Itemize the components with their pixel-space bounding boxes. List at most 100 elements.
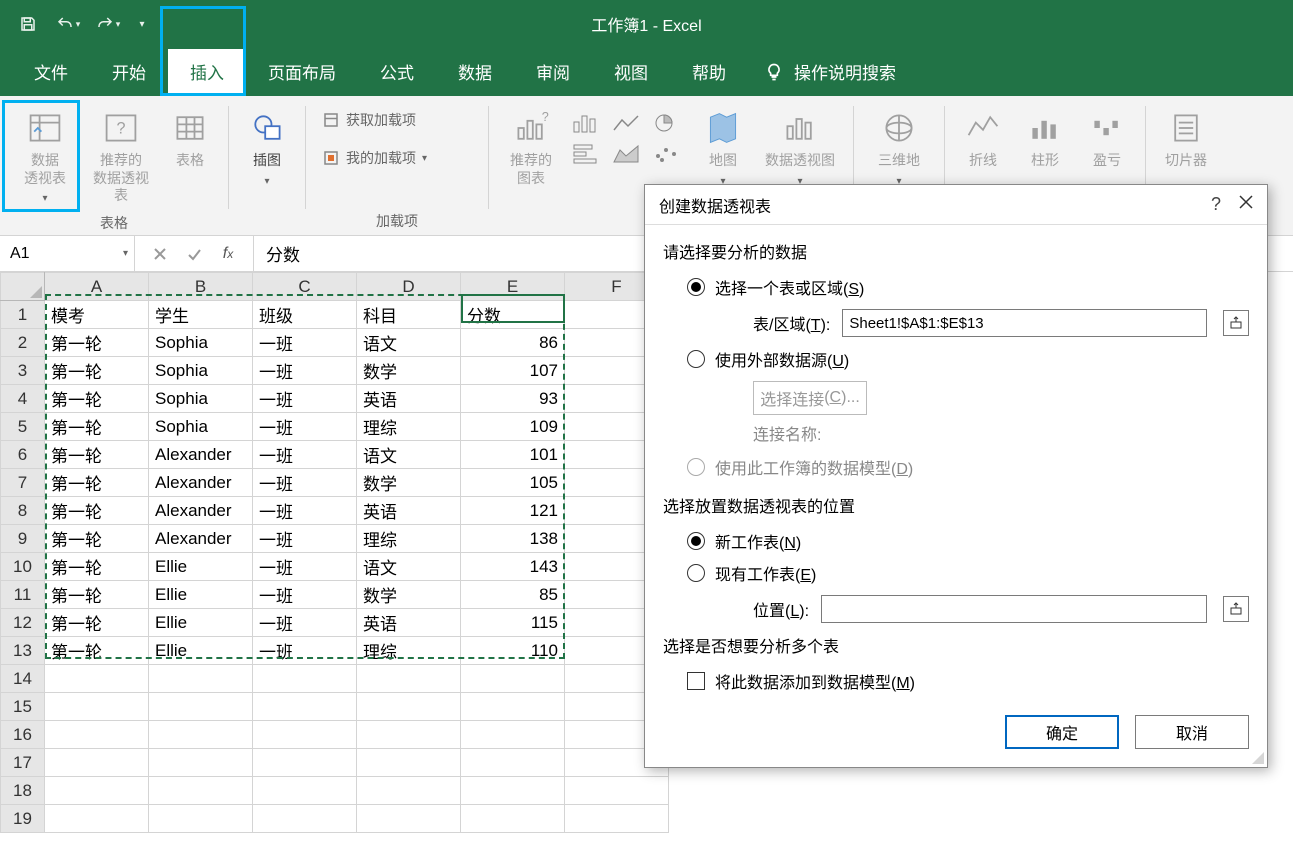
cell[interactable]: 第一轮 — [45, 441, 149, 469]
cell[interactable] — [461, 805, 565, 833]
cell[interactable] — [45, 665, 149, 693]
row-header[interactable]: 19 — [1, 805, 45, 833]
cell[interactable] — [461, 777, 565, 805]
cell[interactable]: 一班 — [253, 497, 357, 525]
cell[interactable] — [461, 693, 565, 721]
range-picker-button[interactable] — [1223, 310, 1249, 336]
tab-formula[interactable]: 公式 — [358, 49, 436, 96]
cell[interactable]: 一班 — [253, 469, 357, 497]
cell[interactable]: 121 — [461, 497, 565, 525]
cell[interactable]: 第一轮 — [45, 329, 149, 357]
row-header[interactable]: 7 — [1, 469, 45, 497]
cell[interactable]: 模考 — [45, 301, 149, 329]
cell[interactable]: 115 — [461, 609, 565, 637]
sparkline-line-button[interactable]: 折线 — [955, 104, 1011, 174]
column-header[interactable]: D — [357, 273, 461, 301]
row-header[interactable]: 15 — [1, 693, 45, 721]
cell[interactable]: 一班 — [253, 385, 357, 413]
cell[interactable]: 一班 — [253, 413, 357, 441]
cell[interactable] — [357, 665, 461, 693]
cell[interactable] — [149, 665, 253, 693]
row-header[interactable]: 13 — [1, 637, 45, 665]
tab-layout[interactable]: 页面布局 — [246, 49, 358, 96]
cell[interactable] — [45, 805, 149, 833]
save-icon[interactable] — [10, 6, 46, 42]
cell[interactable]: Alexander — [149, 441, 253, 469]
cell[interactable]: 143 — [461, 553, 565, 581]
row-header[interactable]: 4 — [1, 385, 45, 413]
cell[interactable]: Ellie — [149, 609, 253, 637]
row-header[interactable]: 17 — [1, 749, 45, 777]
cell[interactable]: Alexander — [149, 525, 253, 553]
cell[interactable]: 一班 — [253, 553, 357, 581]
tab-view[interactable]: 视图 — [592, 49, 670, 96]
cell[interactable]: 第一轮 — [45, 497, 149, 525]
dialog-titlebar[interactable]: 创建数据透视表 ? — [645, 185, 1267, 225]
location-input[interactable] — [821, 595, 1207, 623]
tab-data[interactable]: 数据 — [436, 49, 514, 96]
cell[interactable]: 理综 — [357, 525, 461, 553]
tab-home[interactable]: 开始 — [90, 49, 168, 96]
column-header[interactable]: A — [45, 273, 149, 301]
cell[interactable] — [461, 721, 565, 749]
row-header[interactable]: 6 — [1, 441, 45, 469]
cell[interactable]: 101 — [461, 441, 565, 469]
undo-icon[interactable]: ▾ — [50, 6, 86, 42]
cell[interactable]: 一班 — [253, 609, 357, 637]
table-button[interactable]: 表格 — [162, 104, 218, 174]
cell[interactable]: 105 — [461, 469, 565, 497]
my-addins-button[interactable]: 我的加载项 ▾ — [316, 146, 433, 170]
resize-grip[interactable] — [1250, 750, 1264, 764]
cell[interactable] — [149, 693, 253, 721]
cell[interactable]: Ellie — [149, 581, 253, 609]
cell[interactable]: Sophia — [149, 385, 253, 413]
cancel-edit-icon[interactable] — [143, 236, 177, 272]
cell[interactable]: 数学 — [357, 581, 461, 609]
cell[interactable] — [45, 777, 149, 805]
cell[interactable]: 110 — [461, 637, 565, 665]
cell[interactable]: 英语 — [357, 385, 461, 413]
row-header[interactable]: 10 — [1, 553, 45, 581]
cell[interactable]: 学生 — [149, 301, 253, 329]
radio-external-source[interactable]: 使用外部数据源(U) — [663, 343, 1249, 375]
help-icon[interactable]: ? — [1211, 194, 1221, 215]
column-header[interactable]: E — [461, 273, 565, 301]
row-header[interactable]: 8 — [1, 497, 45, 525]
tab-help[interactable]: 帮助 — [670, 49, 748, 96]
cell[interactable] — [253, 665, 357, 693]
cell[interactable] — [565, 805, 669, 833]
cell[interactable]: 理综 — [357, 413, 461, 441]
cell[interactable]: Alexander — [149, 497, 253, 525]
cell[interactable]: 第一轮 — [45, 525, 149, 553]
row-header[interactable]: 14 — [1, 665, 45, 693]
cell[interactable]: 第一轮 — [45, 357, 149, 385]
cell[interactable]: Sophia — [149, 329, 253, 357]
row-header[interactable]: 11 — [1, 581, 45, 609]
sparkline-column-button[interactable]: 柱形 — [1017, 104, 1073, 174]
select-all-corner[interactable] — [1, 273, 45, 301]
cell[interactable] — [461, 665, 565, 693]
confirm-edit-icon[interactable] — [177, 236, 211, 272]
row-header[interactable]: 18 — [1, 777, 45, 805]
cell[interactable] — [357, 805, 461, 833]
qat-customize-icon[interactable]: ▾ — [130, 6, 154, 42]
cell[interactable]: 语文 — [357, 441, 461, 469]
row-header[interactable]: 1 — [1, 301, 45, 329]
get-addins-button[interactable]: 获取加载项 — [316, 108, 422, 132]
cell[interactable] — [149, 805, 253, 833]
cell[interactable] — [253, 805, 357, 833]
cell[interactable] — [149, 749, 253, 777]
chevron-down-icon[interactable]: ▾ — [123, 248, 128, 259]
cell[interactable]: Ellie — [149, 553, 253, 581]
cell[interactable] — [357, 749, 461, 777]
pivot-chart-button[interactable]: 数据透视图 ▾ — [757, 104, 843, 191]
recommended-pivot-button[interactable]: ? 推荐的 数据透视表 — [86, 104, 156, 209]
cell[interactable]: 科目 — [357, 301, 461, 329]
radio-existing-sheet[interactable]: 现有工作表(E) — [663, 557, 1249, 589]
bar-chart-icon[interactable] — [569, 140, 605, 166]
close-icon[interactable] — [1239, 195, 1253, 214]
column-header[interactable]: C — [253, 273, 357, 301]
cell[interactable]: 分数 — [461, 301, 565, 329]
cell[interactable]: 班级 — [253, 301, 357, 329]
cell[interactable] — [253, 721, 357, 749]
